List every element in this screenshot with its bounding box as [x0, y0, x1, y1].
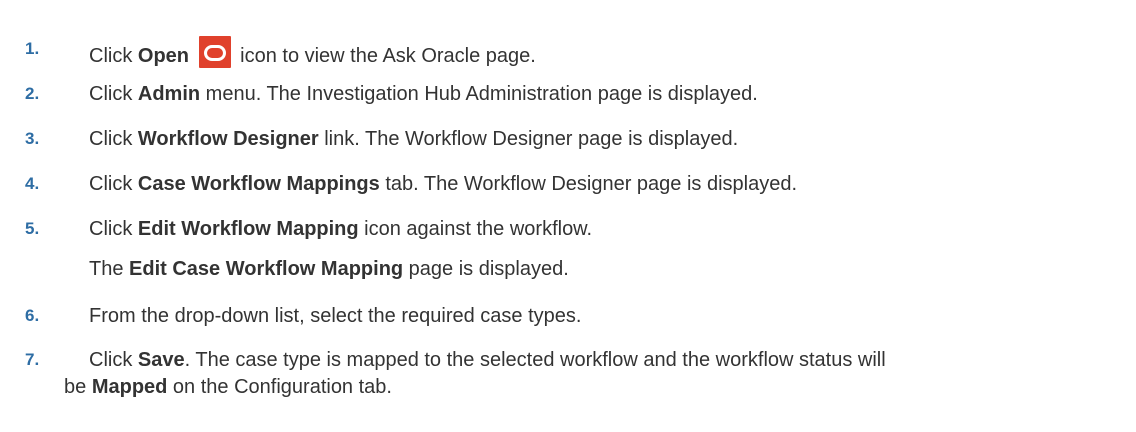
step-text-post: tab. The Workflow Designer page is displ…: [379, 173, 798, 195]
step-number: 4.: [25, 174, 40, 193]
step-number: 2.: [25, 84, 40, 103]
step-text-pre: be: [64, 376, 92, 398]
step-text-bold: Open: [137, 45, 190, 67]
step-text-pre: Click: [89, 83, 138, 105]
step-number: 7.: [25, 350, 40, 369]
step-text-bold: Edit Workflow Mapping: [137, 218, 359, 240]
step-result-pre: The: [89, 258, 130, 280]
step-number: 5.: [25, 219, 40, 238]
step-result-bold: Edit Case Workflow Mapping: [129, 258, 404, 280]
step-text-post: link. The Workflow Designer page is disp…: [318, 128, 739, 150]
step-text-bold: Admin: [137, 83, 201, 105]
step-number: 3.: [25, 129, 40, 148]
step-text-post: icon to view the Ask Oracle page.: [234, 45, 536, 67]
step-text: From the drop-down list, select the requ…: [89, 305, 582, 327]
step-text-bold: Mapped: [91, 376, 168, 398]
step-text-post: . The case type is mapped to the selecte…: [184, 349, 886, 371]
step-text-post: on the Configuration tab.: [167, 376, 392, 398]
step-number: 1.: [25, 39, 40, 58]
step-text-pre: Click: [89, 45, 138, 67]
step-text-pre: Click: [89, 349, 138, 371]
step-text-bold: Case Workflow Mappings: [137, 173, 380, 195]
step-text-bold: Workflow Designer: [137, 128, 319, 150]
step-text-post: menu. The Investigation Hub Administrati…: [200, 83, 758, 105]
step-text-post: icon against the workflow.: [358, 218, 593, 240]
step-5-result: The Edit Case Workflow Mapping page is d…: [89, 256, 1126, 282]
step-7-line2: be Mapped on the Configuration tab.: [64, 374, 1126, 400]
step-result-post: page is displayed.: [403, 258, 569, 280]
step-text-pre: Click: [89, 128, 138, 150]
step-text-bold: Save: [137, 349, 185, 371]
step-text-pre: Click: [89, 173, 138, 195]
step-text-pre: Click: [89, 218, 138, 240]
oracle-open-icon: [198, 36, 231, 68]
step-number: 6.: [25, 306, 40, 325]
